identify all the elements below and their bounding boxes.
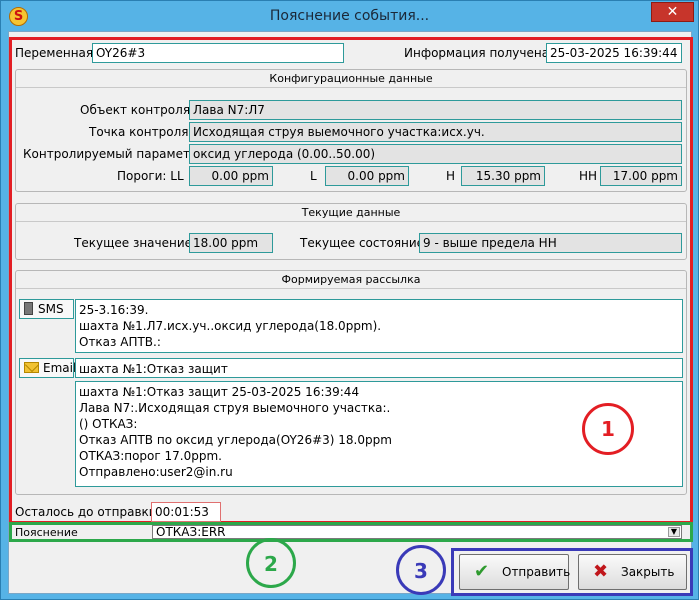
config-group: Конфигурационные данные Объект контроля …: [15, 69, 687, 192]
mailing-group-title: Формируемая рассылка: [16, 271, 686, 289]
annotation-frame-2: Пояснение ОТКАЗ:ERR ▼: [9, 522, 693, 542]
sms-tag-label: SMS: [38, 302, 64, 316]
threshold-l-field: 0.00 ppm: [325, 166, 409, 186]
phone-icon: [24, 302, 33, 315]
info-received-field[interactable]: 25-03-2025 16:39:44: [546, 43, 682, 63]
explanation-dropdown[interactable]: ОТКАЗ:ERR ▼: [152, 525, 682, 539]
annotation-frame-1: Переменная OY26#3 Информация получена 25…: [9, 37, 693, 524]
variable-label: Переменная: [15, 46, 94, 60]
dialog-client-area: Переменная OY26#3 Информация получена 25…: [8, 31, 693, 596]
threshold-l-label: L: [310, 169, 317, 183]
email-tag: Email: [19, 358, 77, 378]
info-received-label: Информация получена: [404, 46, 550, 60]
send-button-label: Отправить: [502, 565, 571, 579]
object-field: Лава N7:Л7: [189, 100, 682, 120]
email-tag-label: Email: [43, 361, 77, 375]
current-value-label: Текущее значение: [74, 236, 193, 250]
close-button[interactable]: ✖ Закрыть: [578, 554, 687, 590]
checkmark-icon: ✔: [474, 561, 490, 582]
current-data-title: Текущие данные: [16, 204, 686, 222]
sms-text[interactable]: 25-3.16:39. шахта №1.Л7.исх.уч..оксид уг…: [75, 299, 683, 353]
config-group-title: Конфигурационные данные: [16, 70, 686, 88]
remaining-time-field: 00:01:53: [151, 502, 221, 522]
current-state-label: Текущее состояние: [300, 236, 425, 250]
window-title: Пояснение события...: [269, 8, 430, 24]
variable-field[interactable]: OY26#3: [92, 43, 344, 63]
explanation-label: Пояснение: [15, 526, 78, 539]
mailing-group: Формируемая рассылка SMS 25-3.16:39. шах…: [15, 270, 687, 495]
annotation-number-3: 3: [396, 545, 446, 595]
current-state-field: 9 - выше предела HH: [419, 233, 682, 253]
thresholds-ll-label: Пороги: LL: [117, 169, 184, 183]
current-data-group: Текущие данные Текущее значение 18.00 pp…: [15, 203, 687, 260]
param-field: оксид углерода (0.00..50.00): [189, 144, 682, 164]
sms-tag: SMS: [19, 299, 74, 319]
chevron-down-icon[interactable]: ▼: [668, 527, 680, 537]
current-value-field: 18.00 ppm: [189, 233, 273, 253]
send-button[interactable]: ✔ Отправить: [459, 554, 571, 590]
object-label: Объект контроля: [80, 103, 191, 117]
email-subject[interactable]: шахта №1:Отказ защит: [75, 358, 683, 378]
annotation-frame-3: ✔ Отправить ✖ Закрыть: [451, 548, 693, 596]
threshold-h-label: H: [446, 169, 456, 183]
cross-icon: ✖: [593, 561, 609, 582]
window-close-button[interactable]: ✕: [651, 2, 694, 22]
threshold-hh-label: HH: [579, 169, 598, 183]
envelope-icon: [24, 362, 39, 373]
threshold-hh-field: 17.00 ppm: [600, 166, 682, 186]
dialog-window: S Пояснение события... ✕ Переменная OY26…: [0, 0, 699, 600]
threshold-ll-field: 0.00 ppm: [189, 166, 273, 186]
explanation-value: ОТКАЗ:ERR: [156, 525, 226, 539]
annotation-number-1: 1: [582, 403, 634, 455]
annotation-number-2: 2: [246, 538, 296, 588]
close-button-label: Закрыть: [621, 565, 675, 579]
param-label: Контролируемый параметр: [23, 147, 198, 161]
remaining-label: Осталось до отправки: [15, 505, 157, 519]
title-bar[interactable]: S Пояснение события... ✕: [1, 1, 698, 31]
point-label: Точка контроля: [89, 125, 189, 139]
threshold-h-field: 15.30 ppm: [461, 166, 545, 186]
point-field: Исходящая струя выемочного участка:исх.у…: [189, 122, 682, 142]
